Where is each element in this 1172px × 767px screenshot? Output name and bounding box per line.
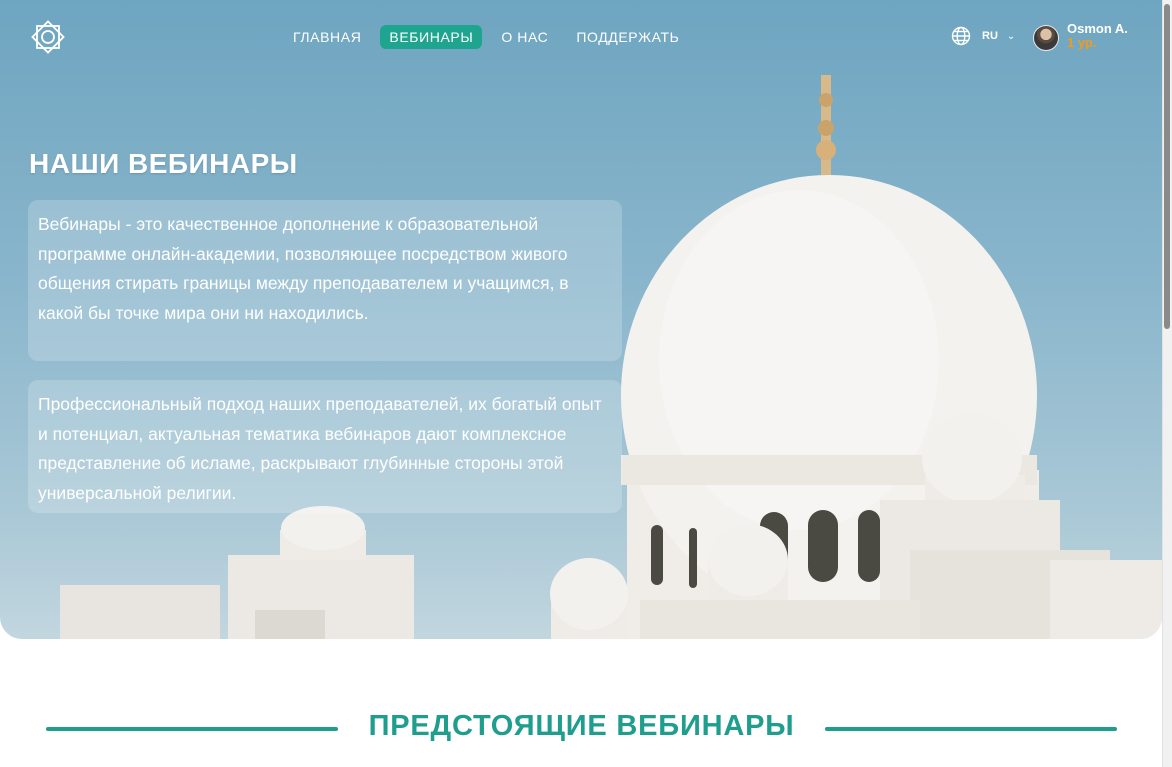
avatar[interactable] (1033, 25, 1059, 51)
heading-divider-left (46, 727, 338, 731)
star-ornament-icon[interactable] (29, 18, 67, 56)
main-navigation: ГЛАВНАЯ ВЕБИНАРЫ О НАС ПОДДЕРЖАТЬ (284, 25, 698, 49)
nav-item-support[interactable]: ПОДДЕРЖАТЬ (567, 25, 688, 49)
scrollbar-thumb[interactable] (1164, 4, 1170, 329)
nav-item-about[interactable]: О НАС (492, 25, 557, 49)
user-level: 1 ур. (1067, 35, 1097, 50)
chevron-down-icon: ⌄ (1006, 30, 1016, 42)
nav-item-webinars[interactable]: ВЕБИНАРЫ (380, 25, 483, 49)
section-title: ПРЕДСТОЯЩИЕ ВЕБИНАРЫ (368, 710, 795, 742)
globe-icon (951, 26, 971, 46)
user-profile[interactable]: Osmon A. 1 ур. (1033, 22, 1128, 51)
intro-paragraph: Вебинары - это качественное дополнение к… (28, 200, 622, 361)
language-code: RU (982, 30, 998, 42)
page-scrollbar[interactable] (1162, 0, 1172, 767)
user-name: Osmon A. (1067, 21, 1128, 36)
nav-item-home[interactable]: ГЛАВНАЯ (284, 25, 370, 49)
language-selector[interactable]: RU ⌄ (951, 26, 1015, 46)
description-paragraph: Профессиональный подход наших преподават… (28, 380, 622, 513)
upcoming-webinars-heading: ПРЕДСТОЯЩИЕ ВЕБИНАРЫ (0, 708, 1162, 750)
heading-divider-right (825, 727, 1117, 731)
page-title: НАШИ ВЕБИНАРЫ (29, 148, 298, 179)
